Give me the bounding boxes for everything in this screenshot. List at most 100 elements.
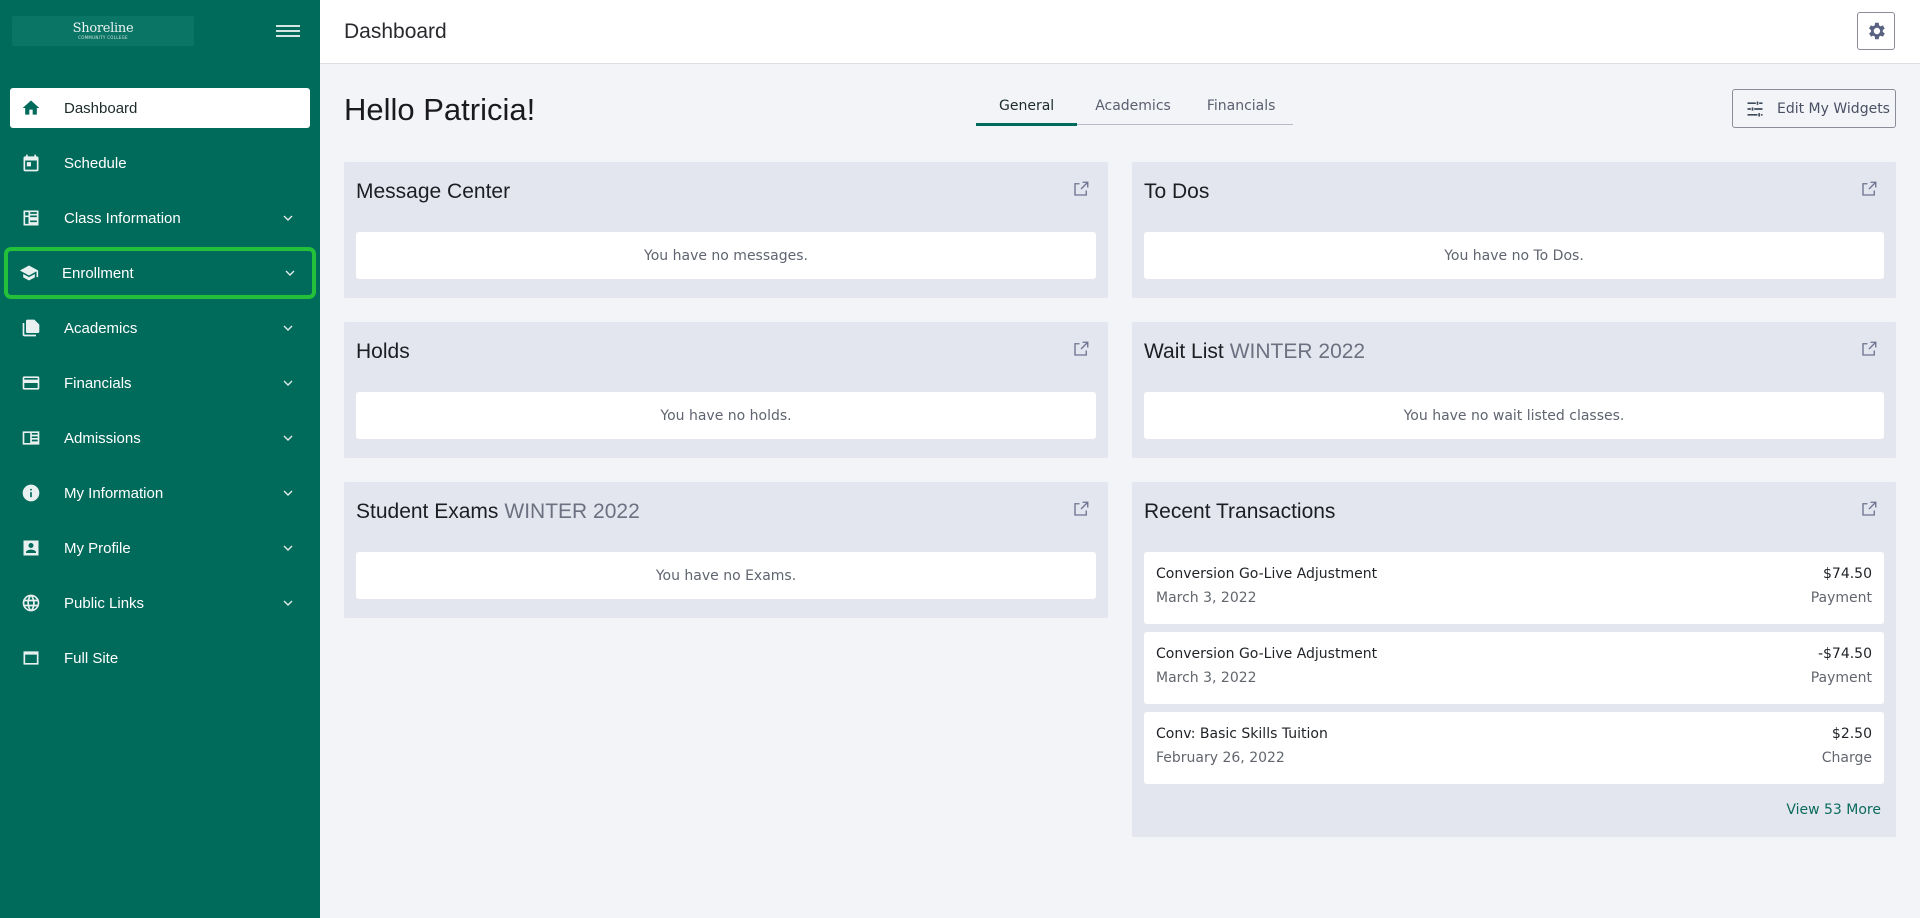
empty-message: You have no holds. [356, 392, 1096, 439]
external-link-icon[interactable] [1860, 340, 1878, 358]
graduation-cap-icon [18, 262, 40, 284]
window-icon [20, 647, 42, 669]
sidebar-item-label: Academics [64, 319, 138, 337]
class-list-icon [20, 207, 42, 229]
chevron-down-icon [280, 210, 296, 226]
term-label: WINTER 2022 [504, 500, 640, 523]
sidebar-nav: Dashboard Schedule Class Information Enr… [0, 88, 320, 693]
page-title: Dashboard [344, 20, 447, 43]
chevron-down-icon [280, 320, 296, 336]
sidebar-item-my-profile[interactable]: My Profile [0, 528, 320, 583]
transaction-row[interactable]: Conversion Go-Live Adjustment March 3, 2… [1144, 632, 1884, 704]
sidebar-item-my-information[interactable]: My Information [0, 473, 320, 528]
tab-financials[interactable]: Financials [1189, 92, 1294, 124]
sidebar-item-label: My Profile [64, 539, 131, 557]
sidebar-item-label: Class Information [64, 209, 181, 227]
newspaper-icon [20, 427, 42, 449]
sidebar-item-label: Public Links [64, 594, 145, 612]
transaction-row[interactable]: Conv: Basic Skills Tuition February 26, … [1144, 712, 1884, 784]
sidebar-item-label: Schedule [64, 154, 127, 172]
chevron-down-icon [280, 540, 296, 556]
transaction-description: Conv: Basic Skills Tuition [1156, 726, 1328, 742]
transaction-description: Conversion Go-Live Adjustment [1156, 566, 1378, 582]
college-logo[interactable]: Shoreline COMMUNITY COLLEGE [12, 16, 194, 46]
chevron-down-icon [280, 375, 296, 391]
sidebar-item-financials[interactable]: Financials [0, 363, 320, 418]
logo-text: Shoreline [72, 21, 134, 36]
sidebar-item-label: Admissions [64, 429, 141, 447]
sidebar-item-enrollment[interactable]: Enrollment [0, 247, 320, 308]
card-title: Message Center [356, 180, 511, 203]
sidebar-item-label: Enrollment [62, 264, 134, 282]
transaction-date: February 26, 2022 [1156, 750, 1285, 766]
sidebar-item-public-links[interactable]: Public Links [0, 583, 320, 638]
documents-icon [20, 317, 42, 339]
card-title: Recent Transactions [1144, 500, 1336, 523]
transaction-row[interactable]: Conversion Go-Live Adjustment March 3, 2… [1144, 552, 1884, 624]
sidebar-item-label: Dashboard [64, 99, 138, 117]
wait-list-card: Wait List WINTER 2022 You have no wait li… [1132, 322, 1896, 458]
view-more-link[interactable]: View 53 More [1786, 802, 1881, 818]
logo-subtext: COMMUNITY COLLEGE [78, 35, 128, 40]
settings-button[interactable] [1857, 12, 1895, 50]
transaction-amount: $74.50 [1823, 566, 1872, 582]
calendar-icon [20, 152, 42, 174]
sidebar-item-label: Financials [64, 374, 132, 392]
sliders-icon [1747, 101, 1763, 116]
recent-transactions-card: Recent Transactions Conversion Go-Live A… [1132, 482, 1896, 837]
tab-general[interactable]: General [976, 92, 1078, 126]
edit-widgets-label: Edit My Widgets [1777, 100, 1890, 117]
transaction-date: March 3, 2022 [1156, 670, 1257, 686]
top-bar: Dashboard [320, 0, 1920, 64]
todos-card: To Dos You have no To Dos. [1132, 162, 1896, 298]
chevron-down-icon [282, 265, 298, 281]
transaction-type: Payment [1810, 590, 1872, 606]
sidebar: Shoreline COMMUNITY COLLEGE Dashboard Sc… [0, 0, 320, 918]
sidebar-item-class-information[interactable]: Class Information [0, 198, 320, 253]
chevron-down-icon [280, 485, 296, 501]
transaction-type: Payment [1810, 670, 1872, 686]
transaction-amount: -$74.50 [1817, 646, 1872, 662]
external-link-icon[interactable] [1860, 500, 1878, 518]
card-title: Wait List WINTER 2022 [1144, 340, 1366, 363]
empty-message: You have no Exams. [356, 552, 1096, 599]
edit-widgets-button[interactable]: Edit My Widgets [1732, 89, 1896, 128]
chevron-down-icon [280, 430, 296, 446]
card-title: To Dos [1144, 180, 1210, 203]
menu-toggle-icon[interactable] [276, 22, 300, 40]
transaction-type: Charge [1821, 750, 1872, 766]
dashboard-tabs: General Academics Financials [976, 92, 1294, 126]
empty-message: You have no To Dos. [1144, 232, 1884, 279]
info-icon [20, 482, 42, 504]
external-link-icon[interactable] [1072, 340, 1090, 358]
gear-icon [1865, 20, 1887, 42]
sidebar-item-full-site[interactable]: Full Site [0, 638, 320, 693]
external-link-icon[interactable] [1072, 180, 1090, 198]
tab-academics[interactable]: Academics [1077, 92, 1189, 124]
profile-icon [20, 537, 42, 559]
term-label: WINTER 2022 [1229, 340, 1366, 363]
transaction-description: Conversion Go-Live Adjustment [1156, 646, 1378, 662]
external-link-icon[interactable] [1072, 500, 1090, 518]
card-title: Holds [356, 340, 410, 363]
greeting: Hello Patricia! [344, 92, 536, 127]
home-icon [20, 97, 42, 119]
card-title: Student Exams WINTER 2022 [356, 500, 640, 523]
empty-message: You have no messages. [356, 232, 1096, 279]
sidebar-item-label: My Information [64, 484, 164, 502]
sidebar-item-academics[interactable]: Academics [0, 308, 320, 363]
transaction-date: March 3, 2022 [1156, 590, 1257, 606]
globe-icon [20, 592, 42, 614]
sidebar-item-admissions[interactable]: Admissions [0, 418, 320, 473]
sidebar-item-schedule[interactable]: Schedule [0, 143, 320, 198]
sidebar-item-dashboard[interactable]: Dashboard [0, 88, 320, 143]
holds-card: Holds You have no holds. [344, 322, 1108, 458]
sidebar-item-label: Full Site [64, 649, 119, 667]
student-exams-card: Student Exams WINTER 2022 You have no Exa… [344, 482, 1108, 618]
transaction-amount: $2.50 [1831, 726, 1872, 742]
empty-message: You have no wait listed classes. [1144, 392, 1884, 439]
message-center-card: Message Center You have no messages. [344, 162, 1108, 298]
external-link-icon[interactable] [1860, 180, 1878, 198]
credit-card-icon [20, 372, 42, 394]
chevron-down-icon [280, 595, 296, 611]
